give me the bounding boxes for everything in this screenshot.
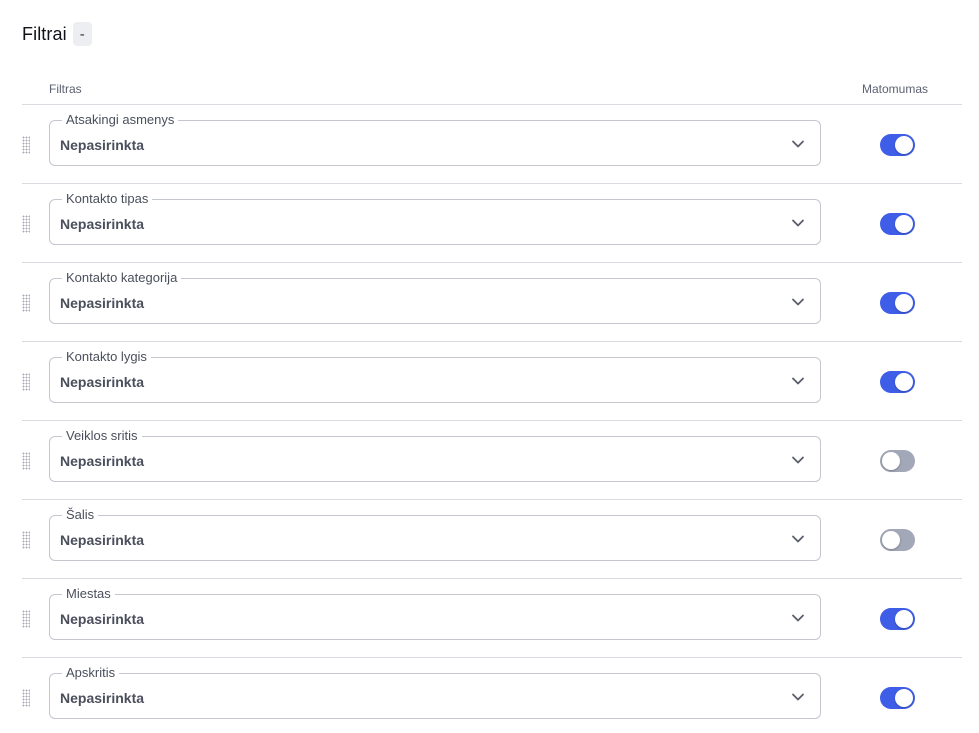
filter-select-label: Kontakto tipas xyxy=(62,191,153,207)
filter-select-value: Nepasirinkta xyxy=(60,690,145,706)
filter-select-value: Nepasirinkta xyxy=(60,374,145,390)
drag-handle-icon[interactable] xyxy=(22,294,30,312)
filter-row: Kontakto lygis Nepasirinkta xyxy=(22,342,962,421)
filter-row: Kontakto kategorija Nepasirinkta xyxy=(22,263,962,342)
panel-header: Filtrai - xyxy=(22,22,92,46)
filter-row: Veiklos sritis Nepasirinkta xyxy=(22,421,962,500)
drag-handle-icon[interactable] xyxy=(22,373,30,391)
filter-row: Apskritis Nepasirinkta xyxy=(22,658,962,733)
filter-select-label: Kontakto lygis xyxy=(62,349,151,365)
drag-handle-icon[interactable] xyxy=(22,136,30,154)
filter-select-value: Nepasirinkta xyxy=(60,137,145,153)
filter-select-label: Atsakingi asmenys xyxy=(62,112,179,128)
visibility-toggle[interactable] xyxy=(880,450,915,472)
drag-handle-icon[interactable] xyxy=(22,215,30,233)
visibility-toggle[interactable] xyxy=(880,371,915,393)
chevron-down-icon[interactable] xyxy=(791,690,805,704)
chevron-down-icon[interactable] xyxy=(791,295,805,309)
visibility-toggle[interactable] xyxy=(880,213,915,235)
drag-handle-icon[interactable] xyxy=(22,452,30,470)
drag-handle-icon[interactable] xyxy=(22,531,30,549)
filter-select[interactable]: Apskritis Nepasirinkta xyxy=(49,665,821,719)
filter-select[interactable]: Šalis Nepasirinkta xyxy=(49,507,821,561)
filter-select-value: Nepasirinkta xyxy=(60,611,145,627)
filter-row: Miestas Nepasirinkta xyxy=(22,579,962,658)
filters-panel: Filtrai - Filtras Matomumas Atsakingi as… xyxy=(0,0,979,733)
filter-row: Kontakto tipas Nepasirinkta xyxy=(22,184,962,263)
filter-select-value: Nepasirinkta xyxy=(60,295,145,311)
visibility-toggle[interactable] xyxy=(880,134,915,156)
filter-select-label: Miestas xyxy=(62,586,115,602)
filter-select-label: Šalis xyxy=(62,507,99,523)
column-header-filter: Filtras xyxy=(49,82,82,96)
filter-select[interactable]: Kontakto tipas Nepasirinkta xyxy=(49,191,821,245)
table-header: Filtras Matomumas xyxy=(22,80,962,105)
chevron-down-icon[interactable] xyxy=(791,374,805,388)
visibility-toggle[interactable] xyxy=(880,687,915,709)
page-title: Filtrai xyxy=(22,23,67,44)
filter-rows: Atsakingi asmenys Nepasirinkta Kontakto ti… xyxy=(22,105,962,733)
toggle-knob xyxy=(882,531,900,549)
filter-row: Atsakingi asmenys Nepasirinkta xyxy=(22,105,962,184)
column-header-visibility: Matomumas xyxy=(862,82,929,96)
toggle-knob xyxy=(882,452,900,470)
filter-select[interactable]: Veiklos sritis Nepasirinkta xyxy=(49,428,821,482)
filter-select-label: Kontakto kategorija xyxy=(62,270,182,286)
drag-handle-icon[interactable] xyxy=(22,689,30,707)
drag-handle-icon[interactable] xyxy=(22,610,30,628)
chevron-down-icon[interactable] xyxy=(791,216,805,230)
filter-select-value: Nepasirinkta xyxy=(60,532,145,548)
chevron-down-icon[interactable] xyxy=(791,137,805,151)
visibility-toggle[interactable] xyxy=(880,292,915,314)
filter-select-value: Nepasirinkta xyxy=(60,453,145,469)
filter-select[interactable]: Kontakto lygis Nepasirinkta xyxy=(49,349,821,403)
toggle-knob xyxy=(895,610,913,628)
filter-select[interactable]: Kontakto kategorija Nepasirinkta xyxy=(49,270,821,324)
toggle-knob xyxy=(895,294,913,312)
filter-select-value: Nepasirinkta xyxy=(60,216,145,232)
visibility-toggle[interactable] xyxy=(880,529,915,551)
filter-select-label: Apskritis xyxy=(62,665,120,681)
filter-select-label: Veiklos sritis xyxy=(62,428,142,444)
toggle-knob xyxy=(895,215,913,233)
collapse-button[interactable]: - xyxy=(72,22,92,46)
chevron-down-icon[interactable] xyxy=(791,611,805,625)
filter-select[interactable]: Miestas Nepasirinkta xyxy=(49,586,821,640)
toggle-knob xyxy=(895,373,913,391)
chevron-down-icon[interactable] xyxy=(791,453,805,467)
filter-row: Šalis Nepasirinkta xyxy=(22,500,962,579)
toggle-knob xyxy=(895,136,913,154)
chevron-down-icon[interactable] xyxy=(791,532,805,546)
filter-select[interactable]: Atsakingi asmenys Nepasirinkta xyxy=(49,112,821,166)
toggle-knob xyxy=(895,689,913,707)
visibility-toggle[interactable] xyxy=(880,608,915,630)
